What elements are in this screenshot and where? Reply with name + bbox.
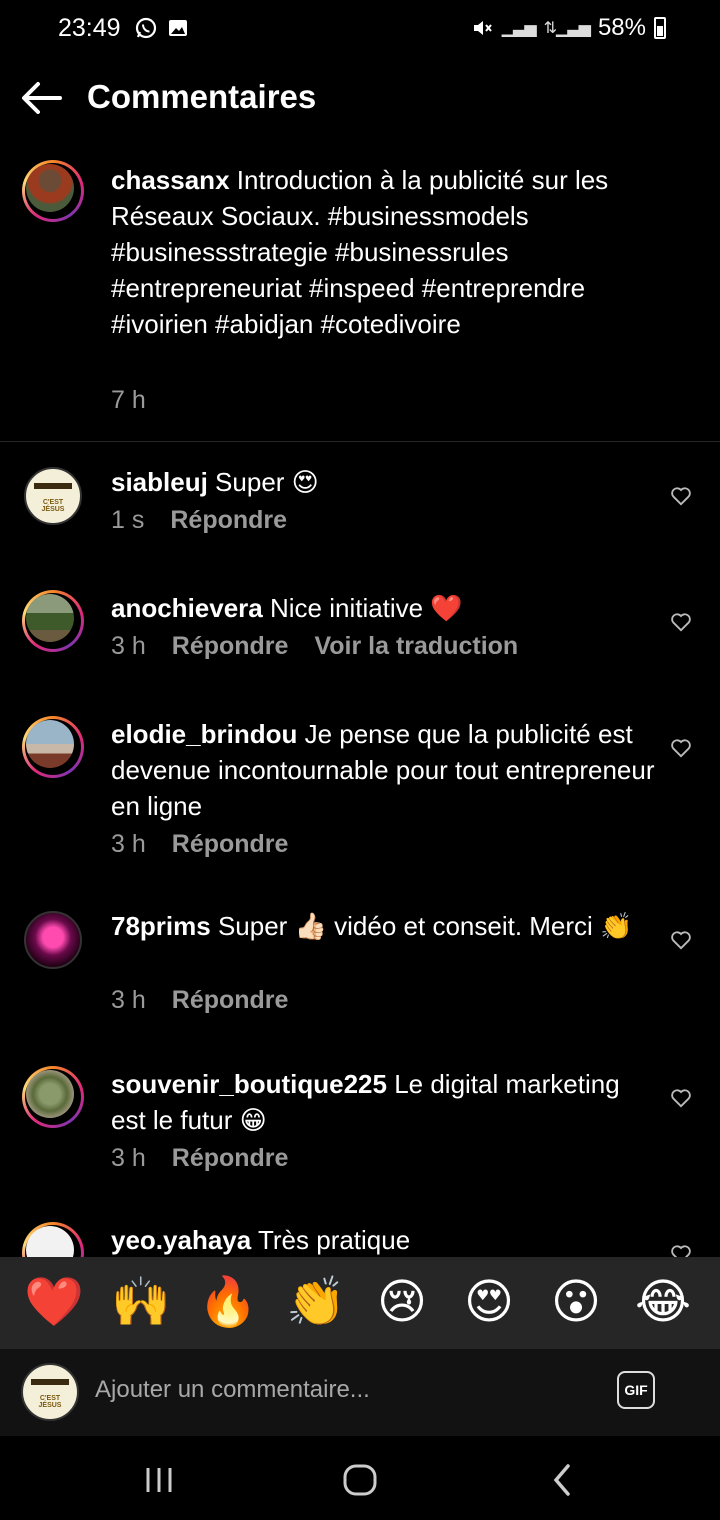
signal-h-icon: ⇅▁▃▅: [543, 20, 591, 37]
post-caption: chassanx Introduction à la publicité sur…: [0, 150, 720, 440]
like-heart-icon[interactable]: [670, 1244, 692, 1257]
comment-item: elodie_brindou Je pense que la publicité…: [0, 716, 720, 876]
translate-button[interactable]: Voir la traduction: [314, 632, 518, 660]
comment-item: 78prims Super 👍🏻 vidéo et conseit. Merci…: [0, 908, 720, 1038]
commenter-avatar[interactable]: C'EST JÉSUS: [24, 467, 82, 525]
comment-time: 3 h: [111, 830, 146, 858]
comment-item: souvenir_boutique225 Le digital marketin…: [0, 1066, 720, 1196]
gallery-icon: [169, 20, 187, 36]
comment-text: siableuj Super 😍: [111, 467, 319, 497]
like-heart-icon[interactable]: [670, 612, 692, 632]
user-avatar: C'EST JÉSUS: [21, 1363, 79, 1421]
comment-meta: 1 s Répondre: [111, 506, 287, 535]
page-title: Commentaires: [87, 78, 317, 115]
comment-input[interactable]: Ajouter un commentaire...: [95, 1376, 575, 1404]
reply-button[interactable]: Répondre: [172, 632, 289, 660]
comment-time: 3 h: [111, 1144, 146, 1172]
system-nav-bar: [0, 1436, 720, 1520]
emoji-fire[interactable]: 🔥: [198, 1273, 258, 1333]
comment-item: yeo.yahaya Très pratique: [0, 1222, 720, 1257]
emoji-laughing[interactable]: 😂: [633, 1273, 693, 1333]
back-arrow-icon[interactable]: [20, 80, 64, 116]
comment-meta: 3 h Répondre: [111, 986, 288, 1015]
battery-percent: 58%: [597, 14, 646, 41]
comment-meta: 3 h Répondre Voir la traduction: [111, 632, 518, 661]
reply-button[interactable]: Répondre: [170, 506, 287, 534]
caption-text: chassanx Introduction à la publicité sur…: [111, 162, 671, 342]
whatsapp-icon: [135, 17, 157, 39]
like-heart-icon[interactable]: [670, 1088, 692, 1108]
comment-username[interactable]: 78prims: [111, 911, 211, 941]
comment-time: 3 h: [111, 632, 146, 660]
gif-button[interactable]: GIF: [617, 1371, 655, 1409]
commenter-avatar[interactable]: [22, 590, 84, 652]
commenter-avatar[interactable]: [24, 911, 82, 969]
comment-text: souvenir_boutique225 Le digital marketin…: [111, 1069, 620, 1135]
emoji-heart-eyes[interactable]: 😍: [459, 1273, 519, 1333]
comment-item: anochievera Nice initiative ❤️ 3 h Répond…: [0, 590, 720, 680]
comment-username[interactable]: yeo.yahaya: [111, 1225, 251, 1255]
caption-time: 7 h: [111, 386, 146, 414]
emoji-raised-hands[interactable]: 🙌: [111, 1273, 171, 1333]
recent-apps-icon[interactable]: [135, 1456, 183, 1504]
commenter-avatar[interactable]: [22, 1222, 84, 1257]
comment-text: elodie_brindou Je pense que la publicité…: [111, 719, 655, 821]
reply-button[interactable]: Répondre: [172, 986, 289, 1014]
comment-username[interactable]: souvenir_boutique225: [111, 1069, 387, 1099]
back-nav-icon[interactable]: [538, 1456, 586, 1504]
like-heart-icon[interactable]: [670, 486, 692, 506]
battery-icon: [654, 17, 666, 39]
emoji-quick-bar: ❤️ 🙌 🔥 👏 😢 😍 😮 😂: [0, 1257, 720, 1349]
status-indicators: ▁▃▅ ⇅▁▃▅ 58%: [470, 14, 666, 42]
comment-username[interactable]: siableuj: [111, 467, 208, 497]
home-icon[interactable]: [336, 1456, 384, 1504]
divider: [0, 441, 720, 442]
comment-username[interactable]: anochievera: [111, 593, 263, 623]
comment-time: 3 h: [111, 986, 146, 1014]
comment-input-bar: C'EST JÉSUS Ajouter un commentaire... GI…: [0, 1349, 720, 1436]
status-bar: 23:49 ▁▃▅ ⇅▁▃▅ 58%: [0, 0, 720, 58]
top-bar: Commentaires: [0, 60, 720, 136]
caption-username[interactable]: chassanx: [111, 165, 230, 195]
mute-icon: [473, 21, 492, 35]
reply-button[interactable]: Répondre: [172, 830, 289, 858]
signal-icon: ▁▃▅: [501, 20, 537, 37]
comment-time: 1 s: [111, 506, 145, 534]
reply-button[interactable]: Répondre: [172, 1144, 289, 1172]
emoji-heart[interactable]: ❤️: [24, 1273, 84, 1333]
like-heart-icon[interactable]: [670, 930, 692, 950]
caption-avatar[interactable]: [22, 160, 84, 222]
like-heart-icon[interactable]: [670, 738, 692, 758]
comment-username[interactable]: elodie_brindou: [111, 719, 297, 749]
emoji-crying[interactable]: 😢: [372, 1273, 432, 1333]
comment-meta: 3 h Répondre: [111, 830, 288, 859]
emoji-surprised[interactable]: 😮: [546, 1273, 606, 1333]
status-time: 23:49: [58, 14, 121, 42]
commenter-avatar[interactable]: [22, 1066, 84, 1128]
emoji-clap[interactable]: 👏: [286, 1273, 346, 1333]
comment-meta: 3 h Répondre: [111, 1144, 288, 1173]
commenter-avatar[interactable]: [22, 716, 84, 778]
comment-item: C'EST JÉSUS siableuj Super 😍 1 s Répondre: [0, 464, 720, 554]
comment-text: yeo.yahaya Très pratique: [111, 1225, 411, 1255]
comment-text: anochievera Nice initiative ❤️: [111, 593, 463, 623]
comment-text: 78prims Super 👍🏻 vidéo et conseit. Merci…: [111, 911, 633, 941]
